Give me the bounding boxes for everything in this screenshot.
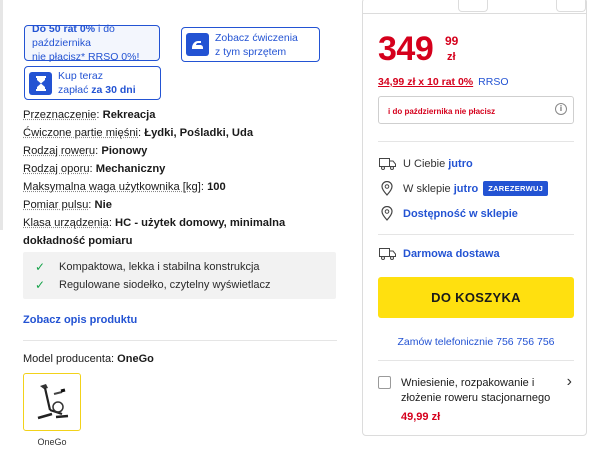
service-checkbox[interactable]: [378, 376, 391, 389]
spec-key: Rodzaj oporu: [23, 163, 90, 175]
promo-rat-bold: Do 50 rat 0%: [32, 23, 96, 35]
spec-key: Pomiar pulsu: [23, 199, 89, 211]
model-label: Model producenta:: [23, 353, 118, 365]
price-decimal: 99: [445, 34, 459, 48]
service-price: 49,99 zł: [401, 411, 441, 423]
divider: [378, 234, 574, 235]
spec-row: Przeznaczenie: Rekreacja: [23, 109, 156, 121]
model-thumbnail[interactable]: [23, 373, 81, 431]
spec-key: Klasa urządzenia: [23, 217, 109, 229]
promo-rat-text-2: nie płacisz* RRSO 0%!: [32, 51, 140, 63]
store-availability-row: Dostępność w sklepie: [378, 206, 518, 221]
pay-line-1: Kup teraz: [58, 70, 103, 82]
pay-line-2-prefix: zapłać: [58, 84, 92, 96]
panel-top-button[interactable]: [458, 0, 488, 12]
spec-key: Przeznaczenie: [23, 109, 97, 121]
spec-row: Ćwiczone partie mięśni: Łydki, Pośladki,…: [23, 127, 254, 139]
installment-info-box: i do października nie płacisz i: [378, 96, 574, 124]
store-pickup-row: W sklepie jutro ZAREZERWUJ: [378, 181, 549, 196]
price-currency: zł: [447, 51, 456, 63]
spec-row: Rodzaj roweru: Pionowy: [23, 145, 148, 157]
feature-item: ✓ Kompaktowa, lekka i stabilna konstrukc…: [35, 258, 336, 276]
chevron-right-icon[interactable]: ›: [567, 373, 572, 391]
spec-value: Mechaniczny: [95, 163, 166, 175]
spec-key: Rodzaj roweru: [23, 145, 96, 157]
spec-value: Rekreacja: [102, 109, 156, 121]
spec-row: Rodzaj oporu: Mechaniczny: [23, 163, 166, 175]
exercises-line-2: z tym sprzętem: [215, 45, 287, 58]
installment-info-text: i do października nie płacisz: [388, 107, 496, 116]
specs-list: Przeznaczenie: Rekreacja Ćwiczone partie…: [23, 106, 343, 250]
phone-order-link[interactable]: Zamów telefonicznie 756 756 756: [378, 336, 574, 348]
divider: [378, 360, 574, 361]
dumbbell-icon: [186, 33, 209, 56]
exercises-promo[interactable]: Zobacz ćwiczenia z tym sprzętem: [181, 27, 320, 62]
reserve-button[interactable]: ZAREZERWUJ: [483, 181, 549, 196]
panel-top-strip: [362, 0, 587, 14]
add-to-cart-button[interactable]: DO KOSZYKA: [378, 277, 574, 318]
divider: [378, 141, 574, 142]
truck-icon: [378, 158, 396, 170]
free-delivery-link[interactable]: Darmowa dostawa: [403, 248, 500, 260]
exercise-bike-image: [37, 384, 69, 420]
feature-text: Regulowane siodełko, czytelny wyświetlac…: [59, 279, 271, 291]
installments-promo[interactable]: Do 50 rat 0% i do października nie płaci…: [24, 23, 160, 63]
panel-top-button[interactable]: [556, 0, 586, 12]
store-pickup-value[interactable]: jutro: [454, 183, 478, 195]
model-thumbnail-caption: OneGo: [37, 437, 67, 447]
spec-row: Pomiar pulsu: Nie: [23, 199, 112, 211]
pay-line-2-bold: za 30 dni: [91, 84, 136, 96]
rrso-link[interactable]: RRSO: [478, 76, 508, 88]
home-delivery-label: U Ciebie: [403, 158, 446, 170]
product-description-link[interactable]: Zobacz opis produktu: [23, 314, 137, 326]
truck-icon: [378, 248, 396, 260]
free-delivery-row: Darmowa dostawa: [378, 248, 500, 260]
home-delivery-value[interactable]: jutro: [448, 158, 472, 170]
exercises-line-1: Zobacz ćwiczenia: [215, 31, 298, 44]
divider: [23, 340, 337, 341]
location-pin-icon: [378, 181, 396, 196]
location-pin-icon: [378, 206, 396, 221]
model-value: OneGo: [117, 353, 154, 365]
service-text: Wniesienie, rozpakowanie i złożenie rowe…: [401, 377, 551, 404]
spec-value: Łydki, Pośladki, Uda: [144, 127, 254, 139]
store-availability-link[interactable]: Dostępność w sklepie: [403, 208, 518, 220]
pay-later-promo[interactable]: Kup teraz zapłać za 30 dni: [24, 66, 161, 100]
feature-item: ✓ Regulowane siodełko, czytelny wyświetl…: [35, 276, 336, 294]
spec-key: Maksymalna waga użytkownika [kg]: [23, 181, 201, 193]
spec-row: Maksymalna waga użytkownika [kg]: 100: [23, 181, 226, 193]
check-icon: ✓: [35, 260, 46, 274]
check-icon: ✓: [35, 278, 46, 292]
spec-value: Pionowy: [101, 145, 148, 157]
assembly-service-option[interactable]: Wniesienie, rozpakowanie i złożenie rowe…: [378, 373, 574, 423]
home-delivery-row: U Ciebie jutro: [378, 158, 473, 170]
price-integer: 349: [378, 30, 434, 68]
spec-value: 100: [207, 181, 226, 193]
spec-value: Nie: [94, 199, 112, 211]
manufacturer-model: Model producenta: OneGo: [23, 353, 154, 365]
installment-line[interactable]: 34,99 zł x 10 rat 0% RRSO: [378, 76, 509, 88]
features-box: ✓ Kompaktowa, lekka i stabilna konstrukc…: [23, 252, 336, 299]
feature-text: Kompaktowa, lekka i stabilna konstrukcja: [59, 261, 260, 273]
page-edge: [0, 0, 3, 230]
spec-row: Klasa urządzenia: HC - użytek domowy, mi…: [23, 217, 286, 247]
info-icon[interactable]: i: [555, 103, 567, 115]
hourglass-icon: [29, 71, 52, 95]
spec-key: Ćwiczone partie mięśni: [23, 127, 139, 139]
store-pickup-label: W sklepie: [403, 182, 451, 195]
installment-text: 34,99 zł x 10 rat 0%: [378, 76, 474, 88]
